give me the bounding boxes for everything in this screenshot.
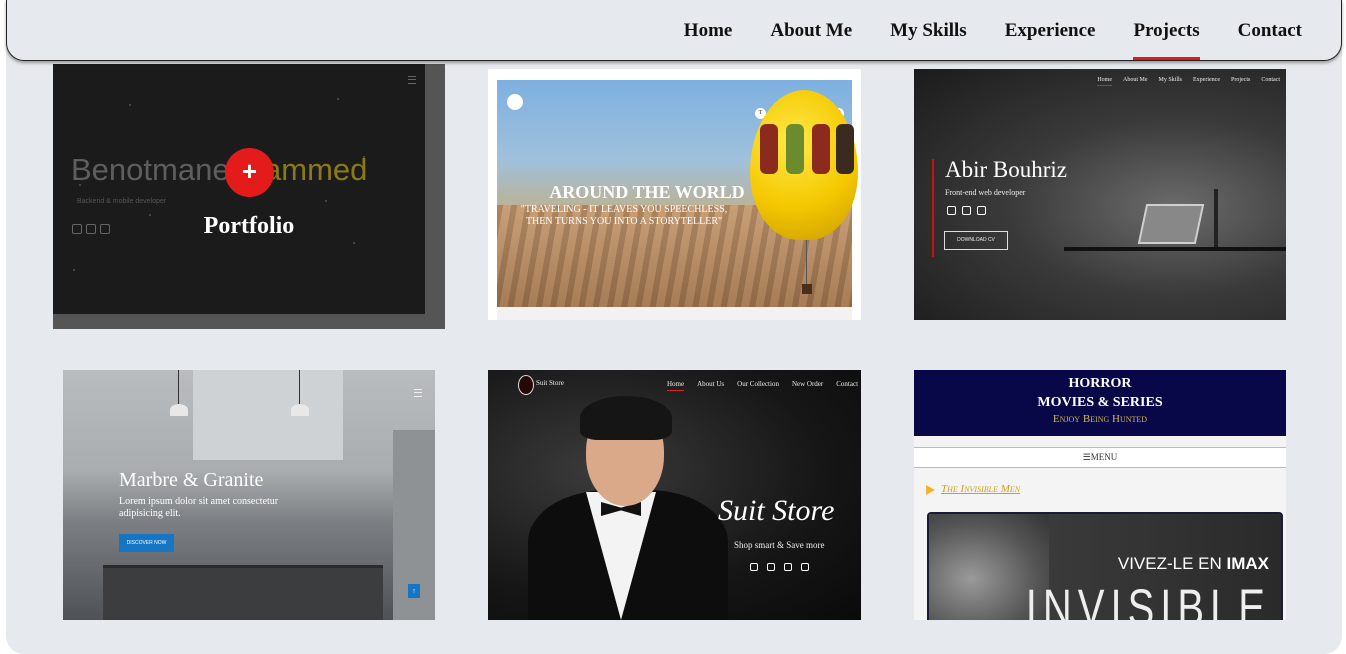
arrow-icon <box>926 485 935 495</box>
linkedin-icon <box>962 206 971 215</box>
pendant-cord <box>178 370 179 406</box>
portfolio-subtitle: Backend & mobile developer <box>77 198 167 205</box>
mini-nav-item: New Order <box>791 380 824 388</box>
poster-tag-text: VIVEZ-LE EN <box>1117 554 1227 573</box>
mini-nav-item: Home <box>667 380 685 391</box>
particle-dot <box>337 98 339 100</box>
project-card-travel[interactable]: T R E K O A D AROUND THE WORLD "TRAVELIN… <box>488 69 861 320</box>
menu-icon <box>507 94 523 110</box>
horror-tagline: Enjoy Being Hunted <box>1052 413 1148 425</box>
horror-header: HORROR MOVIES & SERIES Enjoy Being Hunte… <box>914 370 1286 436</box>
top-navbar: Home About Me My Skills Experience Proje… <box>6 0 1342 61</box>
balloon-stripe <box>786 124 804 174</box>
kitchen-island <box>103 565 383 620</box>
mini-nav-item: Our Collection <box>737 380 779 388</box>
project-card-marbre[interactable]: Marbre & Granite Lorem ipsum dolor sit a… <box>63 370 435 620</box>
download-cv-button: DOWNLOAD CV <box>944 231 1008 250</box>
mini-nav-item: My Skills <box>1158 77 1182 83</box>
mini-nav-item: Contact <box>836 380 859 388</box>
mini-nav-item: Home <box>1097 77 1112 86</box>
imax-logo: IMAX <box>1226 554 1270 573</box>
nav-experience[interactable]: Experience <box>986 0 1115 60</box>
view-project-button[interactable]: + <box>225 148 274 197</box>
balloon-stripe <box>836 124 854 174</box>
horror-menu: ☰MENU <box>914 447 1286 468</box>
nav-home[interactable]: Home <box>665 0 752 60</box>
particle-dot <box>73 269 75 271</box>
hamburger-icon <box>408 76 416 84</box>
nav-my-skills[interactable]: My Skills <box>871 0 986 60</box>
nav-about-me[interactable]: About Me <box>751 0 871 60</box>
suit-store-title: Suit Store <box>718 494 835 527</box>
poster-imax-tag: VIVEZ-LE EN IMAX <box>1118 554 1269 574</box>
hamburger-icon <box>414 389 422 397</box>
suit-store-logo-icon <box>518 375 534 395</box>
project-thumbnail: T R E K O A D AROUND THE WORLD "TRAVELIN… <box>497 80 858 307</box>
facebook-icon <box>977 206 986 215</box>
particle-dot <box>325 200 327 202</box>
nav-contact[interactable]: Contact <box>1219 0 1321 60</box>
particle-dot <box>353 242 355 244</box>
nav-links: Home About Me My Skills Experience Proje… <box>665 0 1321 60</box>
poster-title: INVISIBLE <box>1025 580 1271 620</box>
pendant-cord <box>299 370 300 406</box>
mini-nav: Home About Me My Skills Experience Proje… <box>1097 77 1280 86</box>
project-card-suit-store[interactable]: Suit Store Home About Us Our Collection … <box>488 370 861 620</box>
laptop-image <box>1137 204 1205 244</box>
accent-bar <box>932 159 934 257</box>
instagram-icon <box>947 206 956 215</box>
instagram-icon <box>750 563 758 571</box>
kitchen-cabinets <box>193 370 343 460</box>
marbre-description: Lorem ipsum dolor sit amet consectetur a… <box>119 496 279 519</box>
nav-projects[interactable]: Projects <box>1114 0 1218 60</box>
name-part1: Benotmane <box>71 152 239 187</box>
mini-nav-item: About Me <box>1122 77 1148 83</box>
suit-store-logo: Suit Store <box>536 379 564 387</box>
particle-dot <box>79 184 81 186</box>
horror-title-line2: MOVIES & SERIES <box>1037 395 1163 410</box>
horror-title-line1: HORROR <box>1068 376 1132 391</box>
balloon-rope <box>806 240 807 285</box>
portfolio-name: Benotmane Mammed <box>71 152 367 188</box>
project-overlay-label: Portfolio <box>203 213 295 239</box>
facebook-icon <box>784 563 792 571</box>
social-icons <box>947 206 986 215</box>
travel-title: AROUND THE WORLD <box>549 182 745 202</box>
social-icons <box>750 563 809 571</box>
location-icon <box>801 563 809 571</box>
pendant-lamp <box>170 404 188 416</box>
marbre-title: Marbre & Granite <box>119 469 264 491</box>
name-part3: ammed <box>264 152 368 187</box>
scroll-up-icon: ↑ <box>408 584 420 598</box>
mini-nav-item: Contact <box>1261 77 1280 83</box>
project-card-portfolio[interactable]: Benotmane Mammed Backend & mobile develo… <box>53 64 445 329</box>
discover-now-button: DISCOVER NOW <box>119 534 174 552</box>
man-hair <box>580 396 672 440</box>
desk-image <box>1064 247 1286 251</box>
balloon-stripe <box>760 124 778 174</box>
suit-store-subtitle: Shop smart & Save more <box>734 540 825 550</box>
balloon-basket <box>802 284 812 294</box>
project-card-abir[interactable]: Home About Me My Skills Experience Proje… <box>914 69 1286 320</box>
mini-nav: Home About Us Our Collection New Order C… <box>667 380 859 391</box>
mini-nav-item: Experience <box>1193 77 1220 83</box>
particle-dot <box>129 104 131 106</box>
abir-subtitle: Front-end web developer <box>945 188 1026 197</box>
desk-lamp <box>1214 189 1218 249</box>
abir-name: Abir Bouhriz <box>945 157 1068 182</box>
mini-nav-item: About Us <box>697 380 725 388</box>
mini-nav-item: Projects <box>1230 77 1251 83</box>
horror-movie-link: The Invisible Men <box>941 483 1021 495</box>
balloon-stripe <box>812 124 830 174</box>
pendant-lamp <box>291 404 309 416</box>
twitter-icon <box>767 563 775 571</box>
movie-poster: VIVEZ-LE EN IMAX INVISIBLE <box>927 512 1283 620</box>
project-card-horror[interactable]: HORROR MOVIES & SERIES Enjoy Being Hunte… <box>914 370 1286 620</box>
thumbnail-footer <box>497 307 852 320</box>
travel-quote: "TRAVELING - IT LEAVES YOU SPEECHLESS, T… <box>520 204 728 227</box>
particle-dot <box>363 156 365 158</box>
